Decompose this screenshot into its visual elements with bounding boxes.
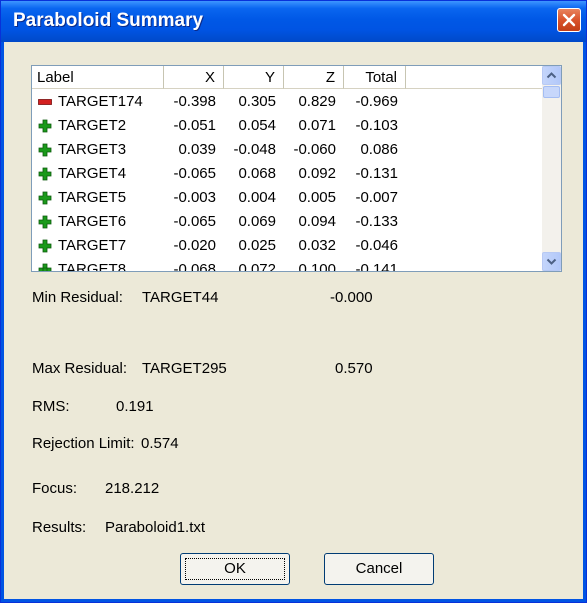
max-residual-value: 0.570 [335,360,373,377]
row-label: TARGET6 [58,213,127,230]
list-header: Label X Y Z Total [32,66,542,90]
row-y: -0.048 [233,141,276,158]
row-total: -0.046 [355,237,398,254]
ok-button[interactable]: OK [180,553,290,585]
row-x: 0.039 [178,141,216,158]
row-z: -0.060 [293,141,336,158]
plus-icon [38,143,52,157]
list-item[interactable]: TARGET2 -0.051 0.054 0.071 -0.103 [32,114,542,138]
chevron-down-icon [546,258,557,265]
plus-icon [42,267,48,271]
list-item[interactable]: TARGET3 0.039 -0.048 -0.060 0.086 [32,138,542,162]
scroll-up-button[interactable] [542,66,561,85]
residual-list[interactable]: Label X Y Z Total TARGET174 -0.398 0.305 0.… [31,65,562,272]
column-header-x[interactable]: X [164,66,224,89]
rejection-limit-label: Rejection Limit: [32,435,135,452]
list-item[interactable]: TARGET6 -0.065 0.069 0.094 -0.133 [32,210,542,234]
row-total: -0.007 [355,189,398,206]
row-label: TARGET5 [58,189,127,206]
max-residual-target: TARGET295 [142,360,227,377]
rms-value: 0.191 [116,398,154,415]
row-total: 0.086 [360,141,398,158]
list-item[interactable]: TARGET7 -0.020 0.025 0.032 -0.046 [32,234,542,258]
list-item-partial[interactable] [32,262,542,271]
cancel-button[interactable]: Cancel [324,553,434,585]
list-item[interactable]: TARGET4 -0.065 0.068 0.092 -0.131 [32,162,542,186]
plus-icon [38,215,52,229]
row-y: 0.305 [238,93,276,110]
row-x: -0.065 [173,165,216,182]
row-total: -0.103 [355,117,398,134]
dialog-window: Paraboloid Summary Label X Y Z Total TAR… [0,0,587,603]
column-header-y[interactable]: Y [224,66,284,89]
row-label: TARGET3 [58,141,127,158]
plus-icon [38,239,52,253]
row-z: 0.092 [298,165,336,182]
focus-label: Focus: [32,480,78,497]
column-header-filler [406,66,542,89]
row-label: TARGET2 [58,117,127,134]
plus-icon [38,119,52,133]
column-header-total[interactable]: Total [344,66,406,89]
min-residual-target: TARGET44 [142,289,219,306]
results-file: Paraboloid1.txt [105,519,206,536]
vertical-scrollbar[interactable] [542,66,561,271]
row-x: -0.003 [173,189,216,206]
cancel-button-label: Cancel [355,560,403,577]
row-z: 0.005 [298,189,336,206]
close-icon [562,13,576,27]
row-y: 0.004 [238,189,276,206]
column-header-z[interactable]: Z [284,66,344,89]
max-residual-label: Max Residual: [32,360,128,377]
row-y: 0.054 [238,117,276,134]
row-x: -0.051 [173,117,216,134]
row-z: 0.829 [298,93,336,110]
close-button[interactable] [557,8,581,32]
focus-rect [185,558,285,580]
row-label: TARGET174 [58,93,143,110]
rms-label: RMS: [32,398,70,415]
column-header-label[interactable]: Label [32,66,164,89]
plus-icon [38,191,52,205]
window-title: Paraboloid Summary [13,10,204,31]
minus-icon [38,99,52,105]
title-bar[interactable]: Paraboloid Summary [1,1,586,42]
min-residual-value: -0.000 [330,289,373,306]
row-z: 0.071 [298,117,336,134]
scroll-down-button[interactable] [542,252,561,271]
row-total: -0.133 [355,213,398,230]
row-label: TARGET7 [58,237,127,254]
row-x: -0.398 [173,93,216,110]
row-total: -0.969 [355,93,398,110]
scroll-thumb[interactable] [543,86,560,98]
row-y: 0.069 [238,213,276,230]
row-total: -0.131 [355,165,398,182]
dialog-body: Label X Y Z Total TARGET174 -0.398 0.305 0.… [4,42,583,599]
results-label: Results: [32,519,87,536]
rejection-limit-value: 0.574 [141,435,179,452]
row-x: -0.065 [173,213,216,230]
plus-icon [38,167,52,181]
row-y: 0.025 [238,237,276,254]
min-residual-label: Min Residual: [32,289,123,306]
list-item[interactable]: TARGET174 -0.398 0.305 0.829 -0.969 [32,90,542,114]
chevron-up-icon [546,72,557,79]
row-x: -0.020 [173,237,216,254]
focus-value: 218.212 [105,480,160,497]
list-item[interactable]: TARGET5 -0.003 0.004 0.005 -0.007 [32,186,542,210]
row-label: TARGET4 [58,165,127,182]
row-z: 0.094 [298,213,336,230]
row-y: 0.068 [238,165,276,182]
row-z: 0.032 [298,237,336,254]
